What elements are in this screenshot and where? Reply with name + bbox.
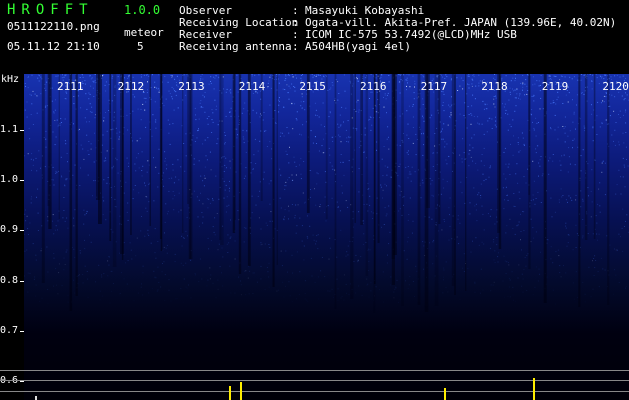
y-tick-mark (20, 281, 24, 282)
x-tick-label: 2114 (238, 80, 266, 93)
x-tick-label: 2120 (602, 80, 629, 93)
meta-colons: : : : : (292, 5, 299, 53)
spectrogram-noise (24, 74, 629, 313)
y-tick-mark (20, 180, 24, 181)
x-tick-label: 2113 (178, 80, 205, 93)
filename: 0511122110.png (7, 20, 100, 33)
app-version: 1.0.0 (124, 3, 161, 17)
x-tick-label: 2118 (481, 80, 508, 93)
marker-line (0, 370, 629, 371)
y-tick-label: 0.7 (0, 325, 19, 336)
meteor-spike (533, 378, 535, 400)
y-tick-label: 1.0 (0, 174, 19, 185)
meteor-label: meteor (124, 26, 164, 39)
app-name: HROFFT (7, 2, 94, 18)
antenna-value: A504HB(yagi 4el) (305, 40, 411, 53)
y-tick-mark (20, 381, 24, 382)
y-tick-label: 1.1 (0, 124, 19, 135)
y-tick-label: 0.9 (0, 224, 19, 235)
y-tick-mark (20, 230, 24, 231)
y-axis (0, 74, 24, 400)
x-tick-label: 2112 (117, 80, 145, 93)
header-panel: HROFFT 1.0.0 0511122110.png meteor 05.11… (0, 0, 629, 74)
meteor-spike (35, 396, 37, 400)
meta-labels: Observer Receiving Location Receiver Rec… (179, 5, 298, 53)
meteor-spike (240, 382, 242, 400)
y-tick-mark (20, 130, 24, 131)
meteor-spike (444, 388, 446, 400)
y-tick-mark (20, 331, 24, 332)
meteor-spike (229, 386, 231, 400)
x-tick-label: 2115 (299, 80, 326, 93)
y-axis-unit: kHz (1, 74, 20, 85)
x-tick-label: 2119 (541, 80, 569, 93)
antenna-label: Receiving antenna (179, 40, 292, 53)
x-tick-label: 2111 (57, 80, 84, 93)
meta-values: Masayuki Kobayashi Ogata-vill. Akita-Pre… (305, 5, 616, 53)
x-tick-label: 2117 (420, 80, 448, 93)
datetime: 05.11.12 21:10 (7, 40, 100, 53)
colon: : (292, 40, 299, 53)
y-tick-label: 0.8 (0, 275, 19, 286)
meteor-count: 5 (137, 40, 144, 53)
x-tick-label: 2116 (360, 80, 387, 93)
